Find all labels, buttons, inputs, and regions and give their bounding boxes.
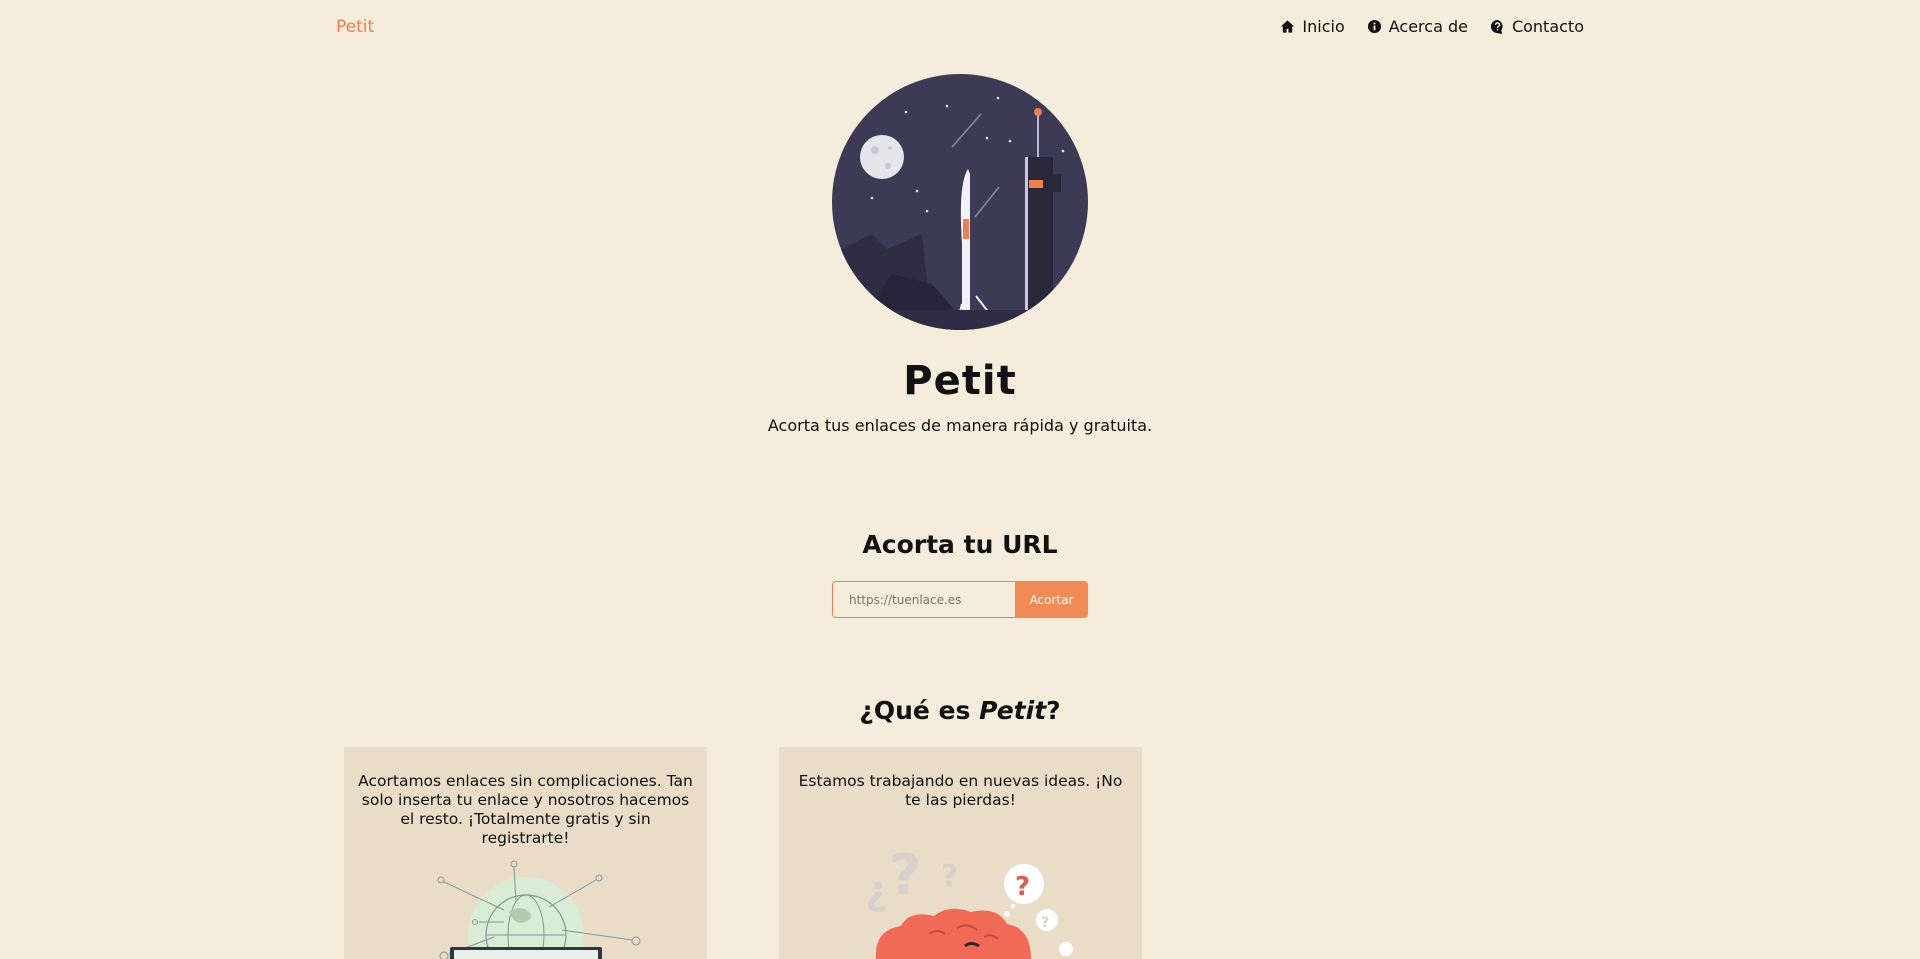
- shorten-title: Acorta tu URL: [862, 530, 1058, 559]
- about-title-prefix: ¿Qué es: [859, 696, 980, 725]
- nav-link-label: Contacto: [1511, 17, 1584, 36]
- help-icon: [1490, 19, 1503, 34]
- nav-link-contacto[interactable]: Contacto: [1490, 17, 1584, 36]
- about-title-suffix: ?: [1046, 696, 1061, 725]
- shorten-form: Acortar: [832, 581, 1088, 618]
- shorten-button[interactable]: Acortar: [1015, 581, 1088, 618]
- night-rocket-illustration: [832, 74, 1088, 330]
- nav-links: Inicio Acerca de Contacto: [1280, 17, 1584, 36]
- svg-text:?: ?: [1015, 872, 1030, 902]
- navbar: Petit Inicio Acerca de Contacto: [0, 0, 1920, 56]
- about-title-brand: Petit: [979, 696, 1047, 725]
- nav-link-inicio[interactable]: Inicio: [1280, 17, 1345, 36]
- about-title: ¿Qué es Petit?: [0, 696, 1920, 725]
- brain-questions-illustration: ¿ ? ? ? ?: [865, 843, 1073, 959]
- feature-card-ideas: Estamos trabajando en nuevas ideas. ¡No …: [779, 747, 1142, 959]
- info-icon: [1367, 19, 1381, 34]
- globe-network-illustration: [437, 860, 641, 959]
- svg-text:?: ?: [941, 859, 958, 894]
- nav-link-label: Acerca de: [1388, 17, 1468, 36]
- url-input[interactable]: [832, 581, 1015, 618]
- nav-link-label: Inicio: [1302, 17, 1345, 36]
- hero-subtitle: Acorta tus enlaces de manera rápida y gr…: [767, 416, 1153, 435]
- svg-text:¿: ¿: [865, 868, 888, 914]
- home-icon: [1281, 20, 1295, 33]
- brand-link[interactable]: Petit: [336, 17, 374, 37]
- card-text: Acortamos enlaces sin complicaciones. Ta…: [358, 772, 693, 847]
- hero-title: Petit: [903, 358, 1017, 404]
- svg-text:?: ?: [889, 843, 921, 908]
- svg-text:?: ?: [1041, 915, 1049, 931]
- nav-link-acerca-de[interactable]: Acerca de: [1367, 17, 1468, 36]
- feature-card-shorten: Acortamos enlaces sin complicaciones. Ta…: [344, 747, 707, 959]
- card-text: Estamos trabajando en nuevas ideas. ¡No …: [798, 772, 1123, 809]
